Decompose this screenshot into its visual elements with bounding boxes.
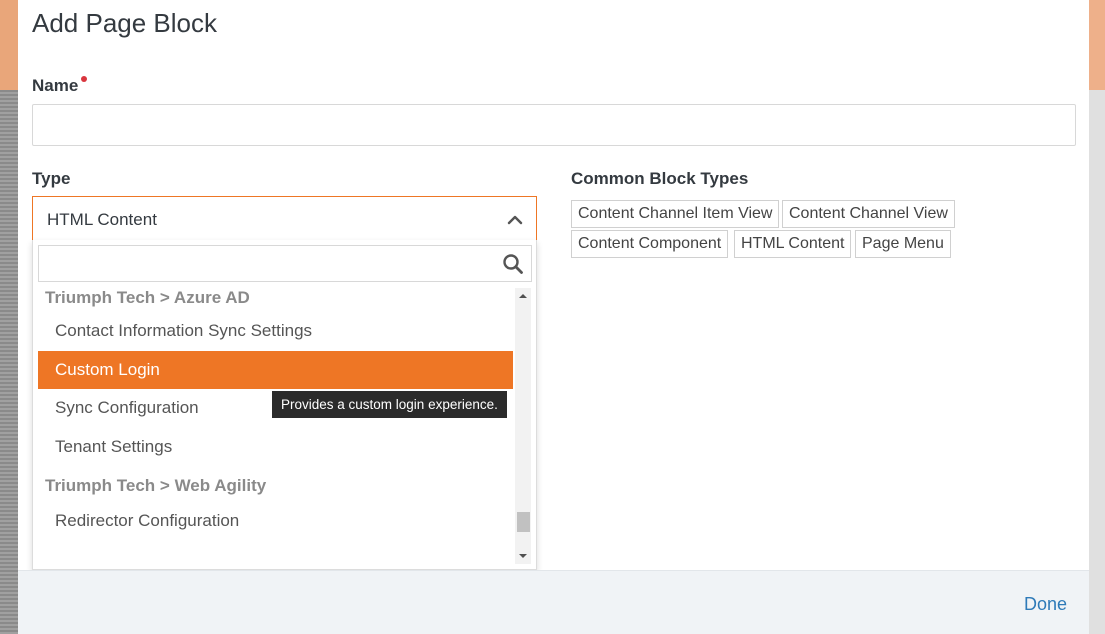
scroll-down-arrow-icon[interactable]: [515, 548, 531, 564]
dropdown-scrollbar[interactable]: [515, 288, 531, 564]
add-page-block-modal: Add Page Block Name Type Common Block Ty…: [18, 0, 1089, 634]
type-select-value: HTML Content: [47, 210, 157, 229]
done-button[interactable]: Done: [1024, 594, 1067, 615]
type-label: Type: [32, 169, 71, 188]
modal-title: Add Page Block: [32, 8, 218, 38]
type-option-list: Triumph Tech > Azure AD Contact Informat…: [38, 284, 513, 566]
chip-page-menu[interactable]: Page Menu: [855, 230, 951, 258]
option-contact-information-sync-settings[interactable]: Contact Information Sync Settings: [38, 312, 513, 351]
scroll-up-arrow-icon[interactable]: [515, 288, 531, 304]
option-redirector-configuration[interactable]: Redirector Configuration: [38, 502, 513, 541]
name-label: Name: [32, 76, 88, 96]
type-select[interactable]: HTML Content: [32, 196, 537, 241]
page-scrollbar[interactable]: [1089, 0, 1105, 634]
option-group-azure-ad: Triumph Tech > Azure AD: [45, 288, 250, 307]
backdrop-header-strip: [0, 0, 18, 90]
chip-content-component[interactable]: Content Component: [571, 230, 729, 258]
modal-footer: Done: [18, 570, 1089, 634]
chip-html-content[interactable]: HTML Content: [734, 230, 852, 258]
common-block-types-label: Common Block Types: [571, 169, 749, 188]
required-indicator: [81, 76, 88, 82]
backdrop-side-strip: [0, 90, 18, 634]
option-tenant-settings[interactable]: Tenant Settings: [38, 428, 513, 467]
chevron-up-icon[interactable]: [506, 211, 524, 229]
chip-content-channel-item-view[interactable]: Content Channel Item View: [571, 200, 780, 228]
name-input[interactable]: [32, 104, 1076, 146]
dropdown-scrollbar-thumb[interactable]: [517, 512, 530, 532]
option-custom-login[interactable]: Custom Login: [38, 350, 513, 389]
search-icon: [503, 254, 523, 274]
chip-content-channel-view[interactable]: Content Channel View: [782, 200, 955, 228]
type-search-input[interactable]: [38, 245, 532, 282]
option-group-web-agility: Triumph Tech > Web Agility: [45, 476, 267, 495]
name-label-text: Name: [32, 76, 79, 95]
page-scrollbar-thumb[interactable]: [1089, 0, 1105, 90]
option-tooltip: Provides a custom login experience.: [272, 391, 507, 418]
